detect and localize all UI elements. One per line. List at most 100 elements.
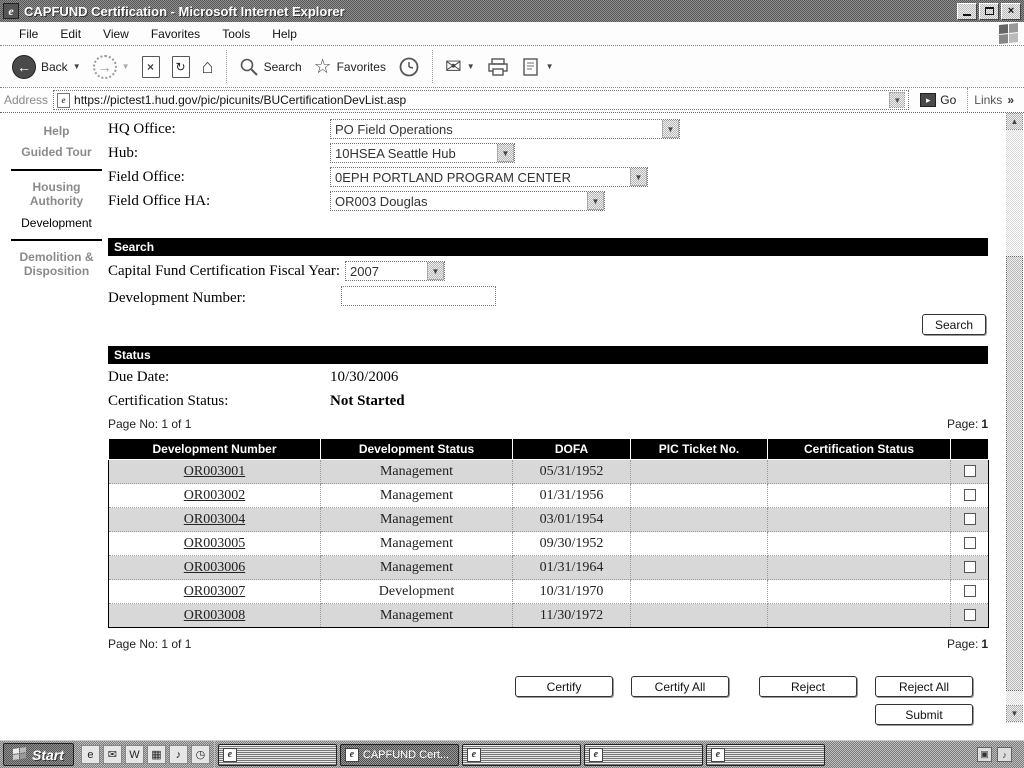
- menu-tools[interactable]: Tools: [211, 25, 261, 43]
- refresh-icon: ↻: [172, 56, 190, 78]
- taskbar-task[interactable]: e: [218, 744, 337, 766]
- clock-icon[interactable]: ◷: [191, 745, 210, 764]
- reject-button[interactable]: Reject: [759, 676, 857, 697]
- development-link[interactable]: OR003001: [184, 464, 245, 479]
- search-toolbar-button[interactable]: Search: [233, 55, 308, 79]
- favorites-button[interactable]: ☆ Favorites: [308, 55, 392, 79]
- edit-dropdown-icon[interactable]: ▼: [546, 62, 554, 71]
- fiscal-year-dropdown-icon: ▼: [427, 262, 444, 280]
- row-checkbox[interactable]: [964, 585, 976, 597]
- development-link[interactable]: OR003004: [184, 512, 245, 527]
- certification-status-cell: [768, 580, 951, 604]
- development-link[interactable]: OR003006: [184, 560, 245, 575]
- scroll-down-icon[interactable]: ▼: [1006, 705, 1023, 722]
- minimize-icon: [963, 14, 971, 16]
- scrollbar-thumb[interactable]: [1006, 256, 1023, 691]
- go-button[interactable]: ▸ Go: [914, 92, 962, 108]
- development-status-cell: Management: [321, 556, 513, 580]
- dofa-cell: 05/31/1952: [513, 460, 631, 484]
- certify-button[interactable]: Certify: [515, 676, 613, 697]
- sidebar-item-demolition-disposition[interactable]: Demolition & Disposition: [8, 250, 105, 279]
- home-button[interactable]: ⌂: [196, 55, 220, 79]
- menu-favorites[interactable]: Favorites: [140, 25, 211, 43]
- dofa-cell: 09/30/1952: [513, 532, 631, 556]
- development-status-cell: Management: [321, 604, 513, 628]
- table-row: OR003001 Management05/31/1952: [109, 460, 989, 484]
- row-checkbox[interactable]: [964, 537, 976, 549]
- scroll-up-icon[interactable]: ▲: [1006, 113, 1023, 130]
- page-no-text: Page No: 1 of 1: [108, 417, 191, 431]
- col-header-select: [951, 439, 989, 460]
- stop-icon: ×: [142, 56, 160, 78]
- close-button[interactable]: ×: [1001, 3, 1021, 20]
- favorites-label: Favorites: [337, 60, 386, 74]
- back-dropdown-icon[interactable]: ▼: [73, 62, 81, 71]
- development-link[interactable]: OR003002: [184, 488, 245, 503]
- sidebar-item-housing-authority[interactable]: Housing Authority: [8, 180, 105, 209]
- forward-button[interactable]: → ▼: [87, 53, 136, 81]
- mail-button[interactable]: ✉ ▼: [439, 55, 481, 79]
- development-link[interactable]: OR003005: [184, 536, 245, 551]
- mail-icon[interactable]: ✉: [103, 745, 122, 764]
- mail-dropdown-icon[interactable]: ▼: [467, 62, 475, 71]
- menu-view[interactable]: View: [92, 25, 140, 43]
- row-checkbox[interactable]: [964, 465, 976, 477]
- minimize-button[interactable]: [957, 3, 977, 20]
- hub-select[interactable]: 10HSEA Seattle Hub▼: [330, 143, 515, 163]
- certify-all-button[interactable]: Certify All: [631, 676, 729, 697]
- address-input[interactable]: e https://pictest1.hud.gov/pic/picunits/…: [53, 90, 909, 110]
- development-link[interactable]: OR003007: [184, 584, 245, 599]
- development-link[interactable]: OR003008: [184, 608, 245, 623]
- back-button[interactable]: ← Back ▼: [6, 53, 87, 81]
- close-icon: ×: [1008, 5, 1014, 17]
- word-icon[interactable]: W: [125, 745, 144, 764]
- task-buttons: eeCAPFUND Cert...eee: [218, 744, 825, 766]
- refresh-button[interactable]: ↻: [166, 54, 196, 80]
- menu-help[interactable]: Help: [261, 25, 308, 43]
- edit-button[interactable]: ▼: [515, 55, 560, 79]
- search-button[interactable]: Search: [922, 314, 986, 335]
- development-status-cell: Management: [321, 532, 513, 556]
- sidebar-item-development[interactable]: Development: [8, 216, 105, 230]
- field-office-select[interactable]: 0EPH PORTLAND PROGRAM CENTER▼: [330, 167, 648, 187]
- sidebar-item-help[interactable]: Help: [8, 124, 105, 138]
- select-value: 10HSEA Seattle Hub: [335, 146, 456, 161]
- start-button[interactable]: Start: [3, 743, 74, 766]
- desktop-icon[interactable]: ▦: [147, 745, 166, 764]
- row-checkbox[interactable]: [964, 609, 976, 621]
- taskbar-task[interactable]: e: [462, 744, 581, 766]
- volume-tray-icon[interactable]: ♪: [997, 747, 1012, 762]
- address-dropdown-icon[interactable]: ▼: [889, 92, 905, 108]
- chevron-down-icon: ▼: [630, 168, 647, 186]
- task-app-icon: e: [711, 748, 725, 762]
- reject-all-button[interactable]: Reject All: [875, 676, 973, 697]
- development-status-cell: Management: [321, 460, 513, 484]
- page-indicator: Page:1: [947, 637, 988, 651]
- history-button[interactable]: [392, 54, 426, 80]
- stop-button[interactable]: ×: [136, 54, 166, 80]
- taskbar-task-active[interactable]: eCAPFUND Cert...: [340, 744, 459, 766]
- row-checkbox[interactable]: [964, 489, 976, 501]
- submit-button[interactable]: Submit: [875, 704, 973, 725]
- row-checkbox[interactable]: [964, 513, 976, 525]
- row-checkbox[interactable]: [964, 561, 976, 573]
- menu-edit[interactable]: Edit: [49, 25, 92, 43]
- media-icon[interactable]: ♪: [169, 745, 188, 764]
- taskbar-task[interactable]: e: [706, 744, 825, 766]
- vertical-scrollbar[interactable]: ▲ ▼: [1006, 113, 1023, 723]
- maximize-button[interactable]: [979, 3, 999, 20]
- development-number-input[interactable]: [341, 286, 496, 306]
- fiscal-year-select[interactable]: 2007 ▼: [345, 261, 445, 281]
- taskbar-task[interactable]: e: [584, 744, 703, 766]
- menu-file[interactable]: File: [8, 25, 49, 43]
- field-office-ha-select[interactable]: OR003 Douglas▼: [330, 191, 605, 211]
- sidebar-item-guided-tour[interactable]: Guided Tour: [8, 145, 105, 159]
- print-button[interactable]: [481, 55, 515, 79]
- pagination-bottom: Page No: 1 of 1 Page:1: [108, 637, 988, 651]
- ie-icon[interactable]: e: [81, 745, 100, 764]
- table-row: OR003007Development10/31/1970: [109, 580, 989, 604]
- hq-office-select[interactable]: PO Field Operations▼: [330, 119, 680, 139]
- address-url: https://pictest1.hud.gov/pic/picunits/BU…: [74, 93, 406, 107]
- links-bar[interactable]: Links »: [967, 88, 1020, 112]
- network-tray-icon[interactable]: ▣: [977, 747, 992, 762]
